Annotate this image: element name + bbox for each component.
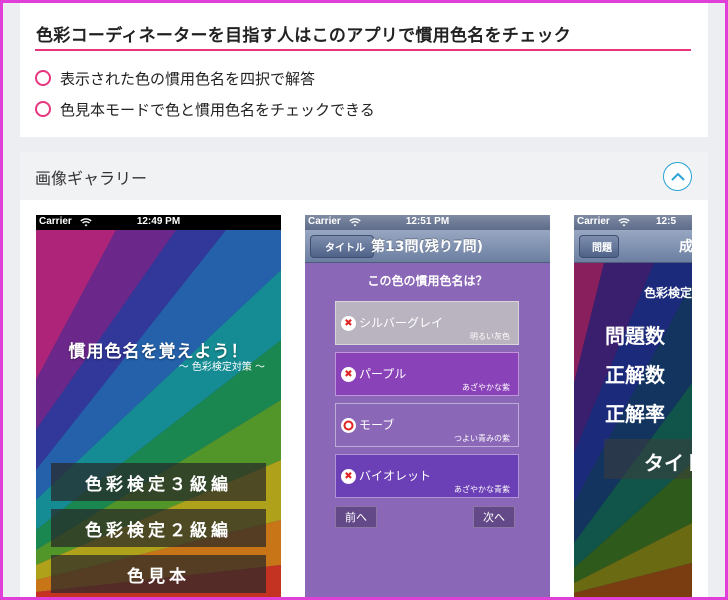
- nav-title: 第13問(残り7問): [371, 239, 484, 255]
- back-button[interactable]: タイトル: [310, 235, 374, 258]
- answer-option[interactable]: モーブ つよい青みの紫: [335, 403, 519, 447]
- gallery-header[interactable]: 画像ギャラリー: [20, 152, 708, 200]
- chevron-up-icon: [670, 172, 685, 181]
- cross-icon: ✖: [341, 316, 356, 331]
- option-description: 明るい灰色: [470, 332, 510, 341]
- wifi-icon: [618, 218, 630, 227]
- option-name: パープル: [359, 367, 407, 381]
- features-title: 色彩コーディネーターを目指す人はこのアプリで慣用色名をチェック: [36, 26, 572, 46]
- feature-text: 色見本モードで色と慣用色名をチェックできる: [60, 100, 375, 119]
- cross-icon: ✖: [341, 469, 356, 484]
- gallery-image-title-screen[interactable]: Carrier 12:49 PM 慣用色名を覚えよう！ 〜 色彩検定対策 〜 色…: [36, 215, 281, 597]
- gallery-image-result-screen[interactable]: Carrier 12:5 問題 成 色彩検定 問題数 正解数 正解率 タイ: [574, 215, 692, 597]
- question-text: この色の慣用色名は？: [367, 274, 488, 288]
- navigation-bar: 問題 成: [574, 230, 692, 263]
- option-name: バイオレット: [359, 469, 432, 483]
- result-row-label: 問題数: [605, 324, 665, 348]
- gallery-toggle-button[interactable]: [663, 162, 692, 191]
- option-description: つよい青みの紫: [454, 434, 510, 443]
- nav-title: 成: [679, 239, 692, 255]
- cross-icon: ✖: [341, 367, 356, 382]
- next-button[interactable]: 次へ: [473, 506, 515, 528]
- status-time: 12:5: [656, 216, 677, 227]
- title-button[interactable]: タイト: [604, 439, 692, 479]
- navigation-bar: タイトル 第13問(残り7問): [305, 230, 550, 263]
- app-subtitle: 〜 色彩検定対策 〜: [178, 362, 265, 373]
- title-underline: [35, 49, 691, 51]
- features-card: 色彩コーディネーターを目指す人はこのアプリで慣用色名をチェック 表示された色の慣…: [20, 3, 708, 137]
- back-button[interactable]: 問題: [579, 235, 619, 258]
- gallery-title: 画像ギャラリー: [35, 169, 148, 188]
- result-row-label: 正解率: [605, 402, 665, 426]
- answer-option[interactable]: ✖ シルバーグレイ 明るい灰色: [335, 301, 519, 345]
- status-bar: Carrier 12:5: [574, 215, 692, 230]
- feature-text: 表示された色の慣用色名を四択で解答: [60, 69, 316, 88]
- grade3-button[interactable]: 色彩検定３級編: [51, 463, 266, 501]
- rainbow-background: [574, 263, 692, 597]
- status-bar: Carrier 12:51 PM: [305, 215, 550, 230]
- grade2-button[interactable]: 色彩検定２級編: [51, 509, 266, 547]
- option-name: シルバーグレイ: [359, 316, 444, 330]
- gallery-image-quiz-screen[interactable]: Carrier 12:51 PM タイトル 第13問(残り7問) この色の慣用色…: [305, 215, 550, 597]
- title-button-label: タイト: [644, 451, 692, 475]
- status-time: 12:51 PM: [405, 216, 450, 227]
- result-row-label: 正解数: [605, 363, 665, 387]
- option-description: あざやかな青紫: [454, 485, 510, 494]
- result-heading: 色彩検定: [644, 286, 692, 300]
- answer-option[interactable]: ✖ パープル あざやかな紫: [335, 352, 519, 396]
- feature-item: 表示された色の慣用色名を四択で解答: [35, 67, 315, 89]
- status-bar: Carrier 12:49 PM: [36, 215, 281, 230]
- color-sample-button[interactable]: 色見本: [51, 555, 266, 593]
- page-frame: 色彩コーディネーターを目指す人はこのアプリで慣用色名をチェック 表示された色の慣…: [0, 0, 728, 600]
- prev-button[interactable]: 前へ: [335, 506, 377, 528]
- image-gallery: 画像ギャラリー Carrier 12:49 PM 慣用色名を覚えよう！ 〜 色彩…: [20, 152, 708, 597]
- ring-bullet-icon: [35, 70, 51, 86]
- option-description: あざやかな紫: [462, 383, 510, 392]
- feature-item: 色見本モードで色と慣用色名をチェックできる: [35, 98, 375, 120]
- answer-option[interactable]: ✖ バイオレット あざやかな青紫: [335, 454, 519, 498]
- option-name: モーブ: [359, 418, 395, 432]
- ring-bullet-icon: [35, 101, 51, 117]
- circle-correct-icon: [341, 418, 356, 433]
- status-time: 12:49 PM: [136, 216, 181, 227]
- carrier-label: Carrier: [577, 216, 610, 227]
